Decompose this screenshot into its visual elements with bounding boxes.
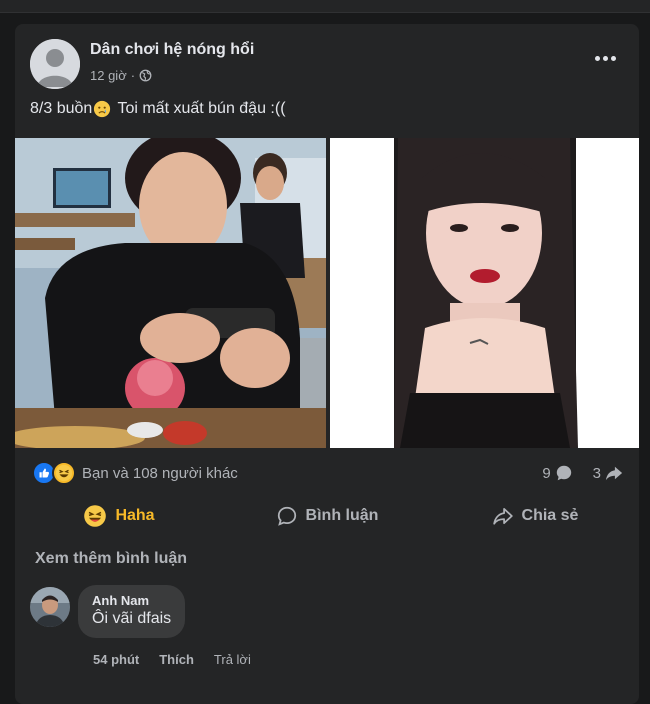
comment-actions: 54 phút Thích Trả lời	[93, 652, 251, 667]
comment-author[interactable]: Anh Nam	[92, 593, 171, 608]
view-more-comments-link[interactable]: Xem thêm bình luận	[35, 550, 187, 568]
haha-label: Haha	[115, 507, 155, 524]
comment-time[interactable]: 54 phút	[93, 652, 139, 667]
default-avatar-icon	[30, 39, 80, 89]
post-photo-2[interactable]	[330, 138, 639, 448]
share-arrow-icon[interactable]	[605, 464, 623, 482]
dot-icon	[610, 55, 616, 61]
engagement-counts: 9 3	[542, 462, 623, 484]
comments-count[interactable]: 9	[542, 465, 550, 482]
post-author[interactable]: Dân chơi hệ nóng hổi	[90, 41, 254, 59]
comment-label: Bình luận	[305, 507, 379, 524]
meta-separator: ·	[130, 68, 136, 83]
comment-bubble: Anh Nam Ôi vãi dfais	[78, 585, 186, 638]
post-caption: 8/3 buồn Toi mất xuất bún đậu :((	[30, 100, 286, 118]
photo-restaurant-woman	[15, 138, 326, 448]
comment-like-button[interactable]: Thích	[159, 652, 194, 667]
comment-icon	[277, 506, 296, 526]
more-options-button[interactable]	[591, 48, 619, 68]
comment-text: Ôi vãi dfais	[92, 610, 172, 627]
shares-count[interactable]: 3	[593, 465, 601, 482]
post-photo-1[interactable]	[15, 138, 326, 448]
sad-crying-face-emoji-icon	[94, 100, 111, 118]
globe-icon[interactable]	[139, 69, 152, 82]
commenter-avatar[interactable]	[30, 587, 70, 627]
share-icon	[492, 507, 513, 525]
post-time[interactable]: 12 giờ	[90, 68, 127, 83]
comment-bubble-icon[interactable]	[555, 464, 573, 482]
photo-grid	[15, 138, 639, 448]
reaction-icons	[32, 461, 76, 485]
post-actions: Haha Bình luận Chia sẻ	[15, 496, 639, 536]
comment-reply-button[interactable]: Trả lời	[214, 652, 251, 667]
dot-icon	[594, 55, 600, 61]
dot-icon	[602, 55, 608, 61]
caption-text-after: Toi mất xuất bún đậu :((	[113, 100, 286, 117]
top-bar	[0, 0, 650, 13]
author-avatar[interactable]	[30, 39, 80, 89]
haha-icon	[52, 461, 76, 485]
photo-selfie-woman	[330, 138, 639, 448]
comment-button[interactable]: Bình luận	[223, 496, 431, 536]
share-label: Chia sẻ	[521, 507, 579, 524]
share-button[interactable]: Chia sẻ	[431, 496, 639, 536]
reaction-summary-text: Bạn và 108 người khác	[82, 464, 238, 482]
post-meta: 12 giờ ·	[90, 68, 152, 83]
haha-reaction-button[interactable]: Haha	[15, 496, 223, 536]
caption-text-before: 8/3 buồn	[30, 100, 93, 117]
post-card: Dân chơi hệ nóng hổi 12 giờ · 8/3 buồn T…	[15, 24, 639, 704]
commenter-photo	[30, 587, 70, 627]
reaction-summary[interactable]: Bạn và 108 người khác	[32, 461, 238, 485]
haha-icon	[84, 505, 107, 527]
